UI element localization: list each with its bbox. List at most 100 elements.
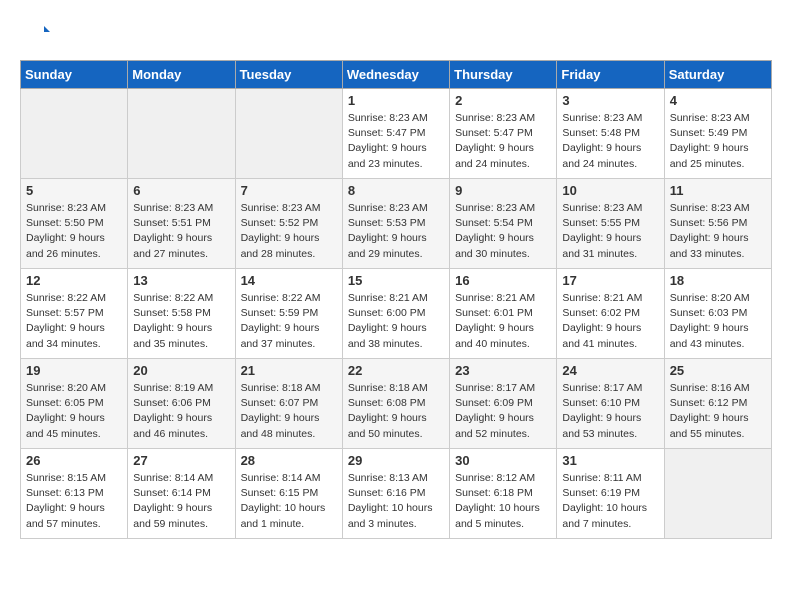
calendar-cell (21, 89, 128, 179)
calendar-table: SundayMondayTuesdayWednesdayThursdayFrid… (20, 60, 772, 539)
calendar-cell: 12Sunrise: 8:22 AM Sunset: 5:57 PM Dayli… (21, 269, 128, 359)
day-info: Sunrise: 8:21 AM Sunset: 6:01 PM Dayligh… (455, 291, 551, 352)
day-info: Sunrise: 8:23 AM Sunset: 5:49 PM Dayligh… (670, 111, 766, 172)
calendar-cell: 4 Sunrise: 8:23 AM Sunset: 5:49 PM Daylig… (664, 89, 771, 179)
calendar-cell: 11Sunrise: 8:23 AM Sunset: 5:56 PM Dayli… (664, 179, 771, 269)
day-number: 21 (241, 363, 337, 378)
day-info: Sunrise: 8:23 AM Sunset: 5:51 PM Dayligh… (133, 201, 229, 262)
day-info: Sunrise: 8:23 AM Sunset: 5:50 PM Dayligh… (26, 201, 122, 262)
calendar-cell (664, 449, 771, 539)
calendar-cell: 9 Sunrise: 8:23 AM Sunset: 5:54 PM Daylig… (450, 179, 557, 269)
day-info: Sunrise: 8:23 AM Sunset: 5:47 PM Dayligh… (455, 111, 551, 172)
day-info: Sunrise: 8:23 AM Sunset: 5:56 PM Dayligh… (670, 201, 766, 262)
day-info: Sunrise: 8:23 AM Sunset: 5:55 PM Dayligh… (562, 201, 658, 262)
day-number: 5 (26, 183, 122, 198)
day-info: Sunrise: 8:19 AM Sunset: 6:06 PM Dayligh… (133, 381, 229, 442)
day-info: Sunrise: 8:23 AM Sunset: 5:52 PM Dayligh… (241, 201, 337, 262)
calendar-cell: 13 Sunrise: 8:22 AM Sunset: 5:58 PM Dayli… (128, 269, 235, 359)
page-header (20, 20, 772, 50)
day-info: Sunrise: 8:17 AM Sunset: 6:09 PM Dayligh… (455, 381, 551, 442)
calendar-cell: 5 Sunrise: 8:23 AM Sunset: 5:50 PM Daylig… (21, 179, 128, 269)
calendar-cell: 19 Sunrise: 8:20 AM Sunset: 6:05 PM Dayli… (21, 359, 128, 449)
calendar-cell: 20 Sunrise: 8:19 AM Sunset: 6:06 PM Dayli… (128, 359, 235, 449)
day-number: 30 (455, 453, 551, 468)
day-info: Sunrise: 8:15 AM Sunset: 6:13 PM Dayligh… (26, 471, 122, 532)
calendar-cell: 30Sunrise: 8:12 AM Sunset: 6:18 PM Dayli… (450, 449, 557, 539)
calendar-cell: 27 Sunrise: 8:14 AM Sunset: 6:14 PM Dayli… (128, 449, 235, 539)
calendar-cell: 23Sunrise: 8:17 AM Sunset: 6:09 PM Dayli… (450, 359, 557, 449)
calendar-cell (128, 89, 235, 179)
day-info: Sunrise: 8:20 AM Sunset: 6:05 PM Dayligh… (26, 381, 122, 442)
day-number: 13 (133, 273, 229, 288)
calendar-cell: 31 Sunrise: 8:11 AM Sunset: 6:19 PM Dayli… (557, 449, 664, 539)
calendar-cell: 7 Sunrise: 8:23 AM Sunset: 5:52 PM Daylig… (235, 179, 342, 269)
day-number: 31 (562, 453, 658, 468)
day-number: 3 (562, 93, 658, 108)
day-number: 24 (562, 363, 658, 378)
day-info: Sunrise: 8:14 AM Sunset: 6:14 PM Dayligh… (133, 471, 229, 532)
day-header-friday: Friday (557, 61, 664, 89)
day-number: 16 (455, 273, 551, 288)
calendar-cell: 16 Sunrise: 8:21 AM Sunset: 6:01 PM Dayli… (450, 269, 557, 359)
calendar-cell: 3 Sunrise: 8:23 AM Sunset: 5:48 PM Daylig… (557, 89, 664, 179)
calendar-cell: 15 Sunrise: 8:21 AM Sunset: 6:00 PM Dayli… (342, 269, 449, 359)
logo (20, 20, 54, 50)
day-info: Sunrise: 8:23 AM Sunset: 5:54 PM Dayligh… (455, 201, 551, 262)
day-number: 29 (348, 453, 444, 468)
day-number: 28 (241, 453, 337, 468)
calendar-cell: 28 Sunrise: 8:14 AM Sunset: 6:15 PM Dayli… (235, 449, 342, 539)
day-info: Sunrise: 8:18 AM Sunset: 6:08 PM Dayligh… (348, 381, 444, 442)
day-info: Sunrise: 8:11 AM Sunset: 6:19 PM Dayligh… (562, 471, 658, 532)
day-number: 10 (562, 183, 658, 198)
day-info: Sunrise: 8:22 AM Sunset: 5:58 PM Dayligh… (133, 291, 229, 352)
day-number: 27 (133, 453, 229, 468)
day-info: Sunrise: 8:23 AM Sunset: 5:47 PM Dayligh… (348, 111, 444, 172)
day-info: Sunrise: 8:18 AM Sunset: 6:07 PM Dayligh… (241, 381, 337, 442)
day-number: 26 (26, 453, 122, 468)
day-header-sunday: Sunday (21, 61, 128, 89)
day-header-saturday: Saturday (664, 61, 771, 89)
calendar-cell: 2 Sunrise: 8:23 AM Sunset: 5:47 PM Daylig… (450, 89, 557, 179)
calendar-header-row: SundayMondayTuesdayWednesdayThursdayFrid… (21, 61, 772, 89)
calendar-week-1: 1 Sunrise: 8:23 AM Sunset: 5:47 PM Daylig… (21, 89, 772, 179)
calendar-cell: 10 Sunrise: 8:23 AM Sunset: 5:55 PM Dayli… (557, 179, 664, 269)
calendar-week-4: 19 Sunrise: 8:20 AM Sunset: 6:05 PM Dayli… (21, 359, 772, 449)
calendar-cell: 6 Sunrise: 8:23 AM Sunset: 5:51 PM Daylig… (128, 179, 235, 269)
day-number: 15 (348, 273, 444, 288)
day-header-tuesday: Tuesday (235, 61, 342, 89)
day-info: Sunrise: 8:21 AM Sunset: 6:00 PM Dayligh… (348, 291, 444, 352)
calendar-cell: 1 Sunrise: 8:23 AM Sunset: 5:47 PM Daylig… (342, 89, 449, 179)
day-number: 17 (562, 273, 658, 288)
day-info: Sunrise: 8:17 AM Sunset: 6:10 PM Dayligh… (562, 381, 658, 442)
day-header-wednesday: Wednesday (342, 61, 449, 89)
day-number: 8 (348, 183, 444, 198)
day-info: Sunrise: 8:23 AM Sunset: 5:48 PM Dayligh… (562, 111, 658, 172)
day-number: 4 (670, 93, 766, 108)
calendar-cell: 29Sunrise: 8:13 AM Sunset: 6:16 PM Dayli… (342, 449, 449, 539)
day-info: Sunrise: 8:22 AM Sunset: 5:59 PM Dayligh… (241, 291, 337, 352)
calendar-week-3: 12Sunrise: 8:22 AM Sunset: 5:57 PM Dayli… (21, 269, 772, 359)
day-number: 20 (133, 363, 229, 378)
calendar-cell (235, 89, 342, 179)
day-info: Sunrise: 8:23 AM Sunset: 5:53 PM Dayligh… (348, 201, 444, 262)
calendar-cell: 17Sunrise: 8:21 AM Sunset: 6:02 PM Dayli… (557, 269, 664, 359)
day-number: 7 (241, 183, 337, 198)
day-number: 18 (670, 273, 766, 288)
calendar-week-5: 26 Sunrise: 8:15 AM Sunset: 6:13 PM Dayli… (21, 449, 772, 539)
calendar-cell: 26 Sunrise: 8:15 AM Sunset: 6:13 PM Dayli… (21, 449, 128, 539)
day-number: 19 (26, 363, 122, 378)
day-number: 6 (133, 183, 229, 198)
day-info: Sunrise: 8:14 AM Sunset: 6:15 PM Dayligh… (241, 471, 337, 532)
day-number: 1 (348, 93, 444, 108)
day-number: 14 (241, 273, 337, 288)
calendar-cell: 14 Sunrise: 8:22 AM Sunset: 5:59 PM Dayli… (235, 269, 342, 359)
day-number: 22 (348, 363, 444, 378)
calendar-cell: 8 Sunrise: 8:23 AM Sunset: 5:53 PM Daylig… (342, 179, 449, 269)
day-header-thursday: Thursday (450, 61, 557, 89)
day-number: 2 (455, 93, 551, 108)
day-number: 9 (455, 183, 551, 198)
calendar-cell: 24 Sunrise: 8:17 AM Sunset: 6:10 PM Dayli… (557, 359, 664, 449)
day-number: 25 (670, 363, 766, 378)
calendar-week-2: 5 Sunrise: 8:23 AM Sunset: 5:50 PM Daylig… (21, 179, 772, 269)
logo-icon (20, 20, 50, 50)
